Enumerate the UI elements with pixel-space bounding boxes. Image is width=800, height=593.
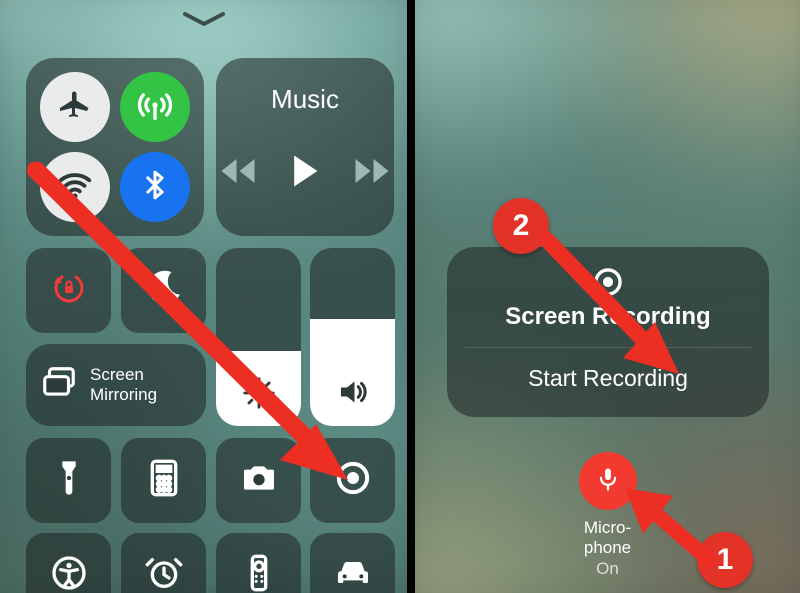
wifi-icon (56, 166, 94, 209)
orientation-lock-icon (49, 268, 89, 313)
music-card[interactable]: Music (216, 58, 394, 236)
rewind-icon[interactable] (220, 156, 256, 191)
car-icon (333, 553, 373, 593)
carplay-button[interactable] (310, 533, 395, 593)
do-not-disturb-toggle[interactable] (121, 248, 206, 333)
camera-button[interactable] (216, 438, 301, 523)
wifi-toggle[interactable] (40, 152, 110, 222)
screen-record-icon (333, 458, 373, 503)
collapse-chevron-icon[interactable] (0, 10, 407, 28)
annotation-step-1: 1 (697, 532, 753, 588)
airplane-icon (57, 87, 93, 128)
orientation-lock-toggle[interactable] (26, 248, 111, 333)
apple-tv-remote-button[interactable] (216, 533, 301, 593)
screen-mirroring-icon (40, 364, 78, 407)
volume-slider[interactable] (310, 248, 395, 426)
alarm-icon (144, 553, 184, 593)
microphone-label: Micro-phone On (584, 518, 631, 579)
connectivity-card[interactable] (26, 58, 204, 236)
music-title: Music (216, 84, 394, 115)
microphone-state: On (584, 559, 631, 579)
screen-mirroring-label: ScreenMirroring (90, 365, 157, 404)
moon-icon (144, 268, 184, 313)
cellular-icon (135, 85, 175, 130)
bluetooth-toggle[interactable] (120, 152, 190, 222)
alarm-button[interactable] (121, 533, 206, 593)
remote-icon (239, 553, 279, 593)
control-center-panel: Music (0, 0, 407, 593)
screen-recording-sheet-panel: Screen Recording Start Recording Micro-p… (415, 0, 800, 593)
microphone-toggle[interactable] (579, 452, 637, 510)
brightness-icon (216, 376, 301, 410)
brightness-slider[interactable] (216, 248, 301, 426)
microphone-icon (594, 465, 622, 498)
airplane-mode-toggle[interactable] (40, 72, 110, 142)
cellular-data-toggle[interactable] (120, 72, 190, 142)
accessibility-button[interactable] (26, 533, 111, 593)
screen-mirroring-button[interactable]: ScreenMirroring (26, 344, 206, 426)
panel-divider (407, 0, 415, 593)
play-icon[interactable] (290, 154, 320, 193)
start-recording-button[interactable]: Start Recording (447, 365, 769, 392)
forward-icon[interactable] (354, 156, 390, 191)
screen-recording-card: Screen Recording Start Recording (447, 247, 769, 417)
calculator-button[interactable] (121, 438, 206, 523)
flashlight-button[interactable] (26, 438, 111, 523)
accessibility-icon (49, 553, 89, 593)
screen-record-button[interactable] (310, 438, 395, 523)
flashlight-icon (49, 458, 89, 503)
annotation-step-2: 2 (493, 198, 549, 254)
screen-recording-title: Screen Recording (447, 303, 769, 331)
volume-icon (310, 374, 395, 410)
bluetooth-icon (138, 168, 172, 207)
camera-icon (239, 458, 279, 503)
screen-record-icon (447, 265, 769, 299)
calculator-icon (144, 458, 184, 503)
